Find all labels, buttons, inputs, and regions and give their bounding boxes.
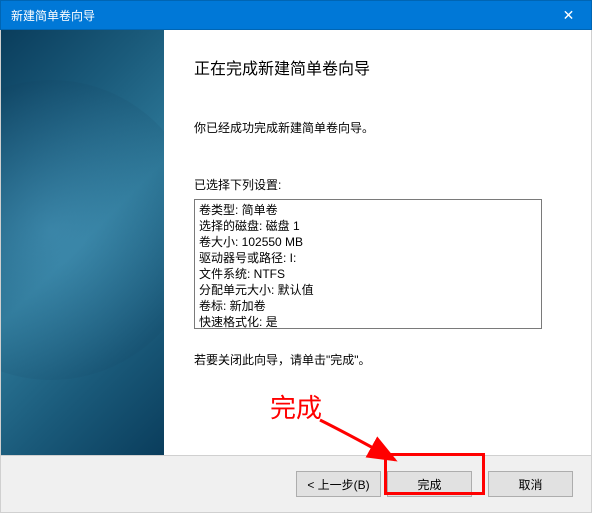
settings-label: 已选择下列设置: (194, 176, 561, 193)
description-text: 你已经成功完成新建简单卷向导。 (194, 119, 561, 136)
list-item: 快速格式化: 是 (199, 314, 537, 329)
list-item: 卷标: 新加卷 (199, 298, 537, 314)
list-item: 驱动器号或路径: I: (199, 250, 537, 266)
list-item: 分配单元大小: 默认值 (199, 282, 537, 298)
page-heading: 正在完成新建简单卷向导 (194, 55, 561, 79)
list-item: 卷类型: 简单卷 (199, 202, 537, 218)
close-button[interactable]: ✕ (546, 0, 591, 30)
finish-button[interactable]: 完成 (387, 471, 472, 497)
settings-listbox[interactable]: 卷类型: 简单卷 选择的磁盘: 磁盘 1 卷大小: 102550 MB 驱动器号… (194, 199, 542, 329)
titlebar: 新建简单卷向导 ✕ (0, 0, 592, 30)
close-icon: ✕ (563, 7, 575, 24)
dialog-body: 正在完成新建简单卷向导 你已经成功完成新建简单卷向导。 已选择下列设置: 卷类型… (0, 30, 592, 455)
list-item: 文件系统: NTFS (199, 266, 537, 282)
button-row: < 上一步(B) 完成 取消 (0, 455, 592, 513)
wizard-sidebar-image (1, 30, 164, 455)
list-item: 卷大小: 102550 MB (199, 234, 537, 250)
cancel-button[interactable]: 取消 (488, 471, 573, 497)
footer-instruction: 若要关闭此向导，请单击"完成"。 (194, 351, 561, 368)
back-button[interactable]: < 上一步(B) (296, 471, 381, 497)
list-item: 选择的磁盘: 磁盘 1 (199, 218, 537, 234)
content-pane: 正在完成新建简单卷向导 你已经成功完成新建简单卷向导。 已选择下列设置: 卷类型… (164, 30, 591, 455)
window-title: 新建简单卷向导 (11, 7, 546, 24)
